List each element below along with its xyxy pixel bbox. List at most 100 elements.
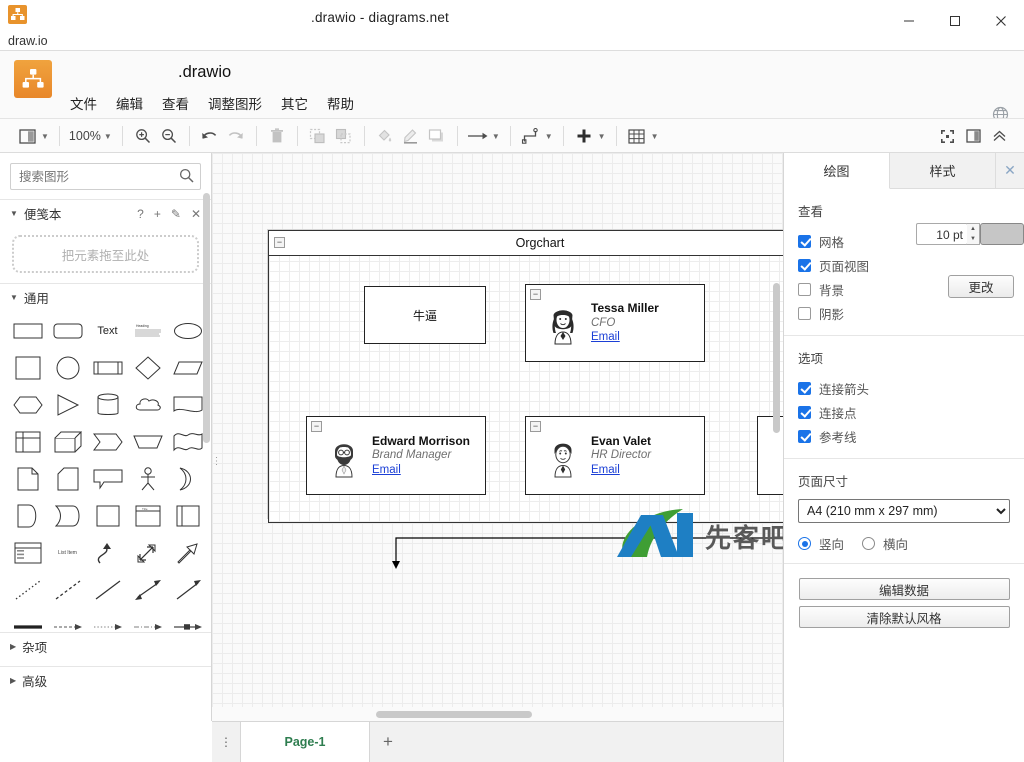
shadow-checkbox[interactable] bbox=[798, 307, 811, 320]
section-scratchpad[interactable]: ▼ 便笺本 ? + ✎ ✕ bbox=[0, 199, 211, 227]
zoom-out-icon[interactable] bbox=[156, 123, 182, 149]
node-email-link[interactable]: Email bbox=[591, 463, 651, 478]
close-icon[interactable]: ✕ bbox=[191, 207, 201, 221]
shape-triangle[interactable] bbox=[52, 391, 83, 419]
panel-splitter[interactable]: ⋮ bbox=[213, 450, 219, 472]
canvas-horizontal-scrollbar[interactable] bbox=[376, 711, 532, 718]
tab-diagram[interactable]: 绘图 bbox=[784, 153, 890, 189]
add-icon[interactable]: + bbox=[154, 207, 161, 221]
shape-vertical-container[interactable]: Title bbox=[132, 502, 163, 530]
diagram-canvas[interactable]: − Orgchart 牛逼 − bbox=[212, 153, 783, 721]
menu-edit[interactable]: 编辑 bbox=[114, 91, 145, 115]
line-color-icon[interactable] bbox=[398, 123, 424, 149]
shape-textbox[interactable]: Heading bbox=[132, 317, 163, 345]
shape-list[interactable] bbox=[12, 539, 43, 567]
page-view-checkbox[interactable] bbox=[798, 259, 811, 272]
shadow-icon[interactable] bbox=[424, 123, 450, 149]
search-icon[interactable] bbox=[179, 168, 194, 186]
node-email-link[interactable]: Email bbox=[372, 463, 470, 478]
shape-curve-arrow[interactable] bbox=[92, 539, 123, 567]
to-front-icon[interactable] bbox=[305, 123, 331, 149]
view-layout-caret-icon[interactable]: ▼ bbox=[41, 132, 49, 141]
minimize-button[interactable] bbox=[886, 0, 932, 41]
shape-step[interactable] bbox=[92, 428, 123, 456]
shape-document[interactable] bbox=[172, 391, 203, 419]
collapse-icon[interactable]: − bbox=[274, 237, 285, 248]
grid-size-input[interactable] bbox=[916, 223, 968, 245]
portrait-radio[interactable] bbox=[798, 537, 811, 550]
clear-default-style-button[interactable]: 清除默认风格 bbox=[799, 606, 1010, 628]
close-icon[interactable]: ✕ bbox=[996, 153, 1024, 188]
change-background-button[interactable]: 更改 bbox=[948, 275, 1014, 298]
close-button[interactable] bbox=[978, 0, 1024, 41]
shape-callout[interactable] bbox=[92, 465, 123, 493]
shape-dotted-line[interactable] bbox=[12, 576, 43, 604]
guides-checkbox[interactable] bbox=[798, 430, 811, 443]
scratchpad-drop-area[interactable]: 把元素拖至此处 bbox=[12, 235, 199, 273]
menu-help[interactable]: 帮助 bbox=[325, 91, 356, 115]
collapse-toolbar-icon[interactable] bbox=[986, 123, 1012, 149]
node-email-link[interactable]: Email bbox=[591, 330, 659, 345]
redo-icon[interactable] bbox=[223, 123, 249, 149]
delete-icon[interactable] bbox=[264, 123, 290, 149]
shape-horizontal-container[interactable] bbox=[172, 502, 203, 530]
shape-trapezoid[interactable] bbox=[132, 428, 163, 456]
background-checkbox[interactable] bbox=[798, 283, 811, 296]
shape-list-item[interactable]: List Item bbox=[52, 539, 83, 567]
waypoints-icon[interactable] bbox=[518, 123, 544, 149]
shape-parallelogram[interactable] bbox=[172, 354, 203, 382]
fill-color-icon[interactable] bbox=[372, 123, 398, 149]
connection-arrow-icon[interactable] bbox=[465, 123, 491, 149]
grid-size-stepper[interactable]: ▲▼ bbox=[967, 223, 980, 245]
shape-cloud[interactable] bbox=[132, 391, 163, 419]
view-layout-icon[interactable] bbox=[14, 123, 40, 149]
shape-arrow-line[interactable] bbox=[172, 576, 203, 604]
edit-data-button[interactable]: 编辑数据 bbox=[799, 578, 1010, 600]
zoom-level-label[interactable]: 100% bbox=[67, 129, 103, 143]
waypoints-caret-icon[interactable]: ▼ bbox=[545, 132, 553, 141]
zoom-in-icon[interactable] bbox=[130, 123, 156, 149]
page-size-select[interactable]: A4 (210 mm x 297 mm) bbox=[798, 499, 1010, 523]
shape-actor[interactable] bbox=[132, 465, 163, 493]
shape-block-arrow[interactable] bbox=[172, 539, 203, 567]
search-input[interactable] bbox=[11, 164, 200, 189]
menu-file[interactable]: 文件 bbox=[68, 91, 99, 115]
landscape-radio[interactable] bbox=[862, 537, 875, 550]
undo-icon[interactable] bbox=[197, 123, 223, 149]
connection-arrows-checkbox[interactable] bbox=[798, 382, 811, 395]
connection-arrow-caret-icon[interactable]: ▼ bbox=[492, 132, 500, 141]
shape-circle[interactable] bbox=[52, 354, 83, 382]
sidebar-scrollbar-thumb[interactable] bbox=[203, 193, 210, 443]
shape-delay[interactable] bbox=[52, 502, 83, 530]
canvas-vertical-scrollbar[interactable] bbox=[773, 283, 780, 433]
shape-diamond[interactable] bbox=[132, 354, 163, 382]
connection-points-checkbox[interactable] bbox=[798, 406, 811, 419]
grid-checkbox[interactable] bbox=[798, 235, 811, 248]
shape-bidirectional-arrow[interactable] bbox=[132, 539, 163, 567]
node-tessa-miller[interactable]: − Tessa Miller bbox=[525, 284, 705, 362]
section-advanced[interactable]: ▶ 高级 bbox=[0, 666, 211, 694]
help-icon[interactable]: ? bbox=[137, 207, 144, 221]
section-misc[interactable]: ▶ 杂项 bbox=[0, 632, 211, 660]
fullscreen-icon[interactable] bbox=[934, 123, 960, 149]
menu-view[interactable]: 查看 bbox=[160, 91, 191, 115]
search-box[interactable] bbox=[10, 163, 201, 190]
insert-icon[interactable] bbox=[571, 123, 597, 149]
node-edward-morrison[interactable]: − Edward Morrison bbox=[306, 416, 486, 495]
page-menu-icon[interactable]: ⋮ bbox=[212, 722, 240, 762]
shape-cube[interactable] bbox=[52, 428, 83, 456]
shape-note[interactable] bbox=[12, 465, 43, 493]
shape-text[interactable]: Text bbox=[92, 317, 123, 345]
shape-ellipse[interactable] bbox=[172, 317, 203, 345]
grid-color-swatch[interactable] bbox=[980, 223, 1024, 245]
zoom-caret-icon[interactable]: ▼ bbox=[104, 132, 112, 141]
maximize-button[interactable] bbox=[932, 0, 978, 41]
insert-caret-icon[interactable]: ▼ bbox=[598, 132, 606, 141]
shape-data-storage[interactable] bbox=[12, 502, 43, 530]
to-back-icon[interactable] bbox=[331, 123, 357, 149]
shape-or[interactable] bbox=[172, 465, 203, 493]
shape-container[interactable] bbox=[92, 502, 123, 530]
shape-line[interactable] bbox=[92, 576, 123, 604]
shape-process[interactable] bbox=[92, 354, 123, 382]
menu-arrange[interactable]: 调整图形 bbox=[206, 91, 264, 115]
